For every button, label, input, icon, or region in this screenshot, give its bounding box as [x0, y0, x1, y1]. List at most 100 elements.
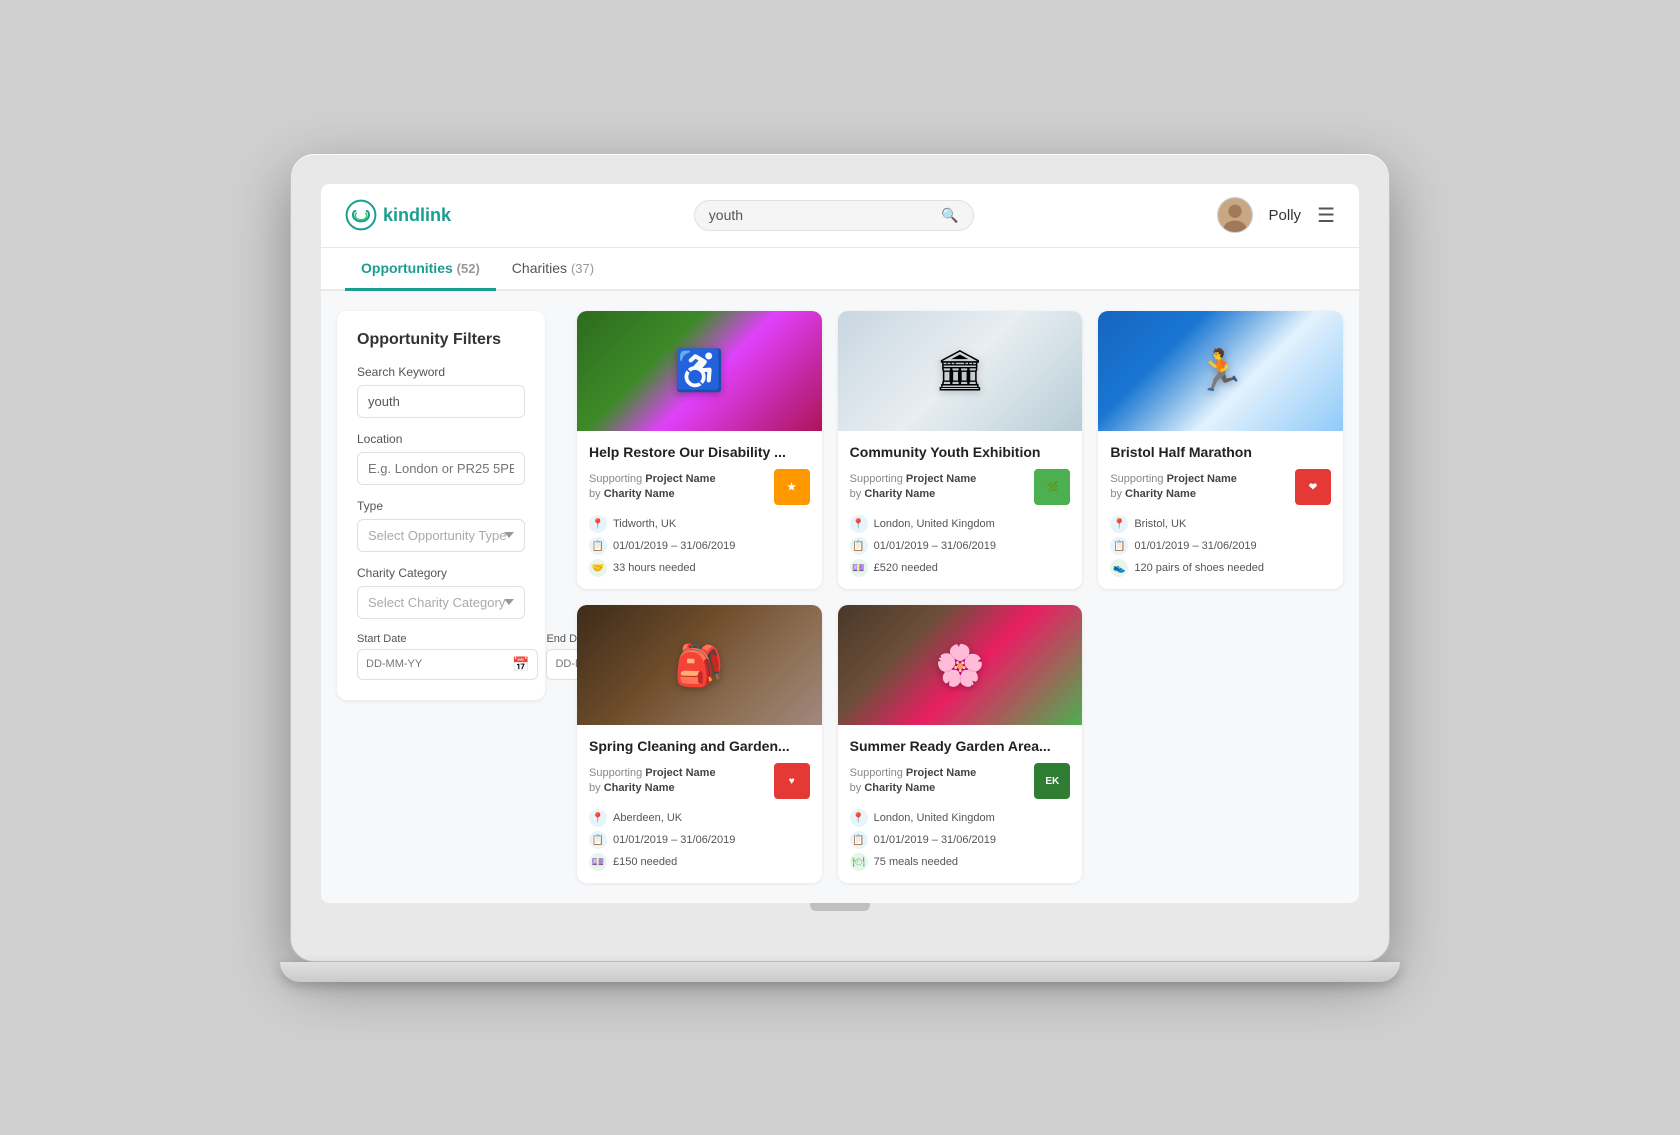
date-row: Start Date 📅 End Date 📅 — [357, 633, 525, 680]
location-icon: 📍 — [1110, 515, 1128, 533]
meta-dates: 📋 01/01/2019 – 31/06/2019 — [589, 537, 810, 555]
opportunity-image: 🎒 — [577, 605, 822, 725]
sidebar-filters: Opportunity Filters Search Keyword Locat… — [321, 291, 561, 903]
opportunity-title: Summer Ready Garden Area... — [850, 737, 1071, 755]
type-filter-select[interactable]: Select Opportunity Type — [357, 519, 525, 552]
meta-location: 📍 Bristol, UK — [1110, 515, 1331, 533]
opportunity-card[interactable]: 🌸 Summer Ready Garden Area... Supporting… — [838, 605, 1083, 883]
opportunity-title: Help Restore Our Disability ... — [589, 443, 810, 461]
meta-location: 📍 London, United Kingdom — [850, 515, 1071, 533]
calendar-icon: 📋 — [850, 831, 868, 849]
opportunity-card[interactable]: 🏃 Bristol Half Marathon Supporting Proje… — [1098, 311, 1343, 589]
opportunity-body: Summer Ready Garden Area... Supporting P… — [838, 725, 1083, 883]
tab-charities-count: (37) — [571, 261, 594, 276]
opportunity-meta: 📍 London, United Kingdom 📋 01/01/2019 – … — [850, 809, 1071, 871]
tab-charities-label: Charities — [512, 260, 567, 276]
opportunity-card[interactable]: 🎒 Spring Cleaning and Garden... Supporti… — [577, 605, 822, 883]
hamburger-menu[interactable]: ☰ — [1317, 203, 1335, 228]
requirement-icon: 💷 — [850, 559, 868, 577]
location-text: London, United Kingdom — [874, 812, 995, 824]
opportunity-meta: 📍 Tidworth, UK 📋 01/01/2019 – 31/06/2019… — [589, 515, 810, 577]
opportunity-image: ♿ — [577, 311, 822, 431]
requirement-text: 120 pairs of shoes needed — [1134, 562, 1264, 574]
requirement-icon: 👟 — [1110, 559, 1128, 577]
charity-logo: ♥ — [774, 763, 810, 799]
charity-logo: ❤ — [1295, 469, 1331, 505]
tab-opportunities[interactable]: Opportunities (52) — [345, 248, 496, 291]
dates-text: 01/01/2019 – 31/06/2019 — [874, 834, 996, 846]
charity-filter-label: Charity Category — [357, 566, 525, 580]
meta-location: 📍 Aberdeen, UK — [589, 809, 810, 827]
dates-text: 01/01/2019 – 31/06/2019 — [613, 540, 735, 552]
meta-requirement: 🤝 33 hours needed — [589, 559, 810, 577]
meta-dates: 📋 01/01/2019 – 31/06/2019 — [850, 831, 1071, 849]
opportunity-card[interactable]: 🏛 Community Youth Exhibition Supporting … — [838, 311, 1083, 589]
requirement-icon: 💷 — [589, 853, 607, 871]
calendar-icon: 📋 — [850, 537, 868, 555]
supporting-text: Supporting Project Name by Charity Name — [850, 472, 977, 503]
opportunity-body: Community Youth Exhibition Supporting Pr… — [838, 431, 1083, 589]
meta-requirement: 💷 £150 needed — [589, 853, 810, 871]
laptop-base — [280, 962, 1400, 982]
opportunity-body: Help Restore Our Disability ... Supporti… — [577, 431, 822, 589]
location-text: London, United Kingdom — [874, 518, 995, 530]
meta-dates: 📋 01/01/2019 – 31/06/2019 — [589, 831, 810, 849]
filter-card: Opportunity Filters Search Keyword Locat… — [337, 311, 545, 700]
opportunity-image: 🏃 — [1098, 311, 1343, 431]
charity-filter-select[interactable]: Select Charity Category — [357, 586, 525, 619]
opportunity-supporting: Supporting Project Name by Charity Name … — [850, 469, 1071, 505]
keyword-filter-input[interactable] — [357, 385, 525, 418]
supporting-text: Supporting Project Name by Charity Name — [1110, 472, 1237, 503]
location-text: Aberdeen, UK — [613, 812, 682, 824]
location-text: Bristol, UK — [1134, 518, 1186, 530]
location-filter-input[interactable] — [357, 452, 525, 485]
requirement-text: 75 meals needed — [874, 856, 958, 868]
opportunity-meta: 📍 London, United Kingdom 📋 01/01/2019 – … — [850, 515, 1071, 577]
opportunity-title: Bristol Half Marathon — [1110, 443, 1331, 461]
start-date-calendar-icon[interactable]: 📅 — [512, 656, 529, 673]
charity-logo: 🌿 — [1034, 469, 1070, 505]
search-icon: 🔍 — [941, 207, 958, 224]
dates-text: 01/01/2019 – 31/06/2019 — [874, 540, 996, 552]
calendar-icon: 📋 — [1110, 537, 1128, 555]
requirement-icon: 🤝 — [589, 559, 607, 577]
calendar-icon: 📋 — [589, 537, 607, 555]
meta-requirement: 👟 120 pairs of shoes needed — [1110, 559, 1331, 577]
meta-location: 📍 Tidworth, UK — [589, 515, 810, 533]
opportunity-card[interactable]: ♿ Help Restore Our Disability ... Suppor… — [577, 311, 822, 589]
start-date-input[interactable] — [366, 658, 508, 670]
user-name-label: Polly — [1269, 207, 1302, 224]
user-avatar — [1217, 197, 1253, 233]
location-icon: 📍 — [589, 515, 607, 533]
app-header: kindlink 🔍 Polly ☰ — [321, 184, 1359, 248]
supporting-text: Supporting Project Name by Charity Name — [589, 766, 716, 797]
tab-charities[interactable]: Charities (37) — [496, 248, 610, 291]
opportunity-body: Spring Cleaning and Garden... Supporting… — [577, 725, 822, 883]
start-date-field: Start Date 📅 — [357, 633, 538, 680]
start-date-input-wrap[interactable]: 📅 — [357, 649, 538, 680]
main-content: Opportunity Filters Search Keyword Locat… — [321, 291, 1359, 903]
requirement-text: 33 hours needed — [613, 562, 696, 574]
requirement-text: £150 needed — [613, 856, 677, 868]
meta-dates: 📋 01/01/2019 – 31/06/2019 — [1110, 537, 1331, 555]
meta-requirement: 💷 £520 needed — [850, 559, 1071, 577]
meta-requirement: 🍽 75 meals needed — [850, 853, 1071, 871]
charity-logo: ★ — [774, 469, 810, 505]
supporting-text: Supporting Project Name by Charity Name — [850, 766, 977, 797]
requirement-icon: 🍽 — [850, 853, 868, 871]
opportunity-body: Bristol Half Marathon Supporting Project… — [1098, 431, 1343, 589]
laptop-notch — [810, 903, 870, 911]
tab-opportunities-label: Opportunities — [361, 260, 453, 276]
location-icon: 📍 — [850, 809, 868, 827]
location-icon: 📍 — [589, 809, 607, 827]
search-input[interactable] — [709, 207, 934, 223]
opportunity-image: 🌸 — [838, 605, 1083, 725]
opportunity-supporting: Supporting Project Name by Charity Name … — [850, 763, 1071, 799]
nav-tabs: Opportunities (52) Charities (37) — [321, 248, 1359, 291]
location-text: Tidworth, UK — [613, 518, 676, 530]
opportunity-title: Community Youth Exhibition — [850, 443, 1071, 461]
laptop-body: kindlink 🔍 Polly ☰ — [290, 153, 1390, 962]
search-bar[interactable]: 🔍 — [694, 200, 974, 231]
opportunity-supporting: Supporting Project Name by Charity Name … — [589, 763, 810, 799]
location-icon: 📍 — [850, 515, 868, 533]
